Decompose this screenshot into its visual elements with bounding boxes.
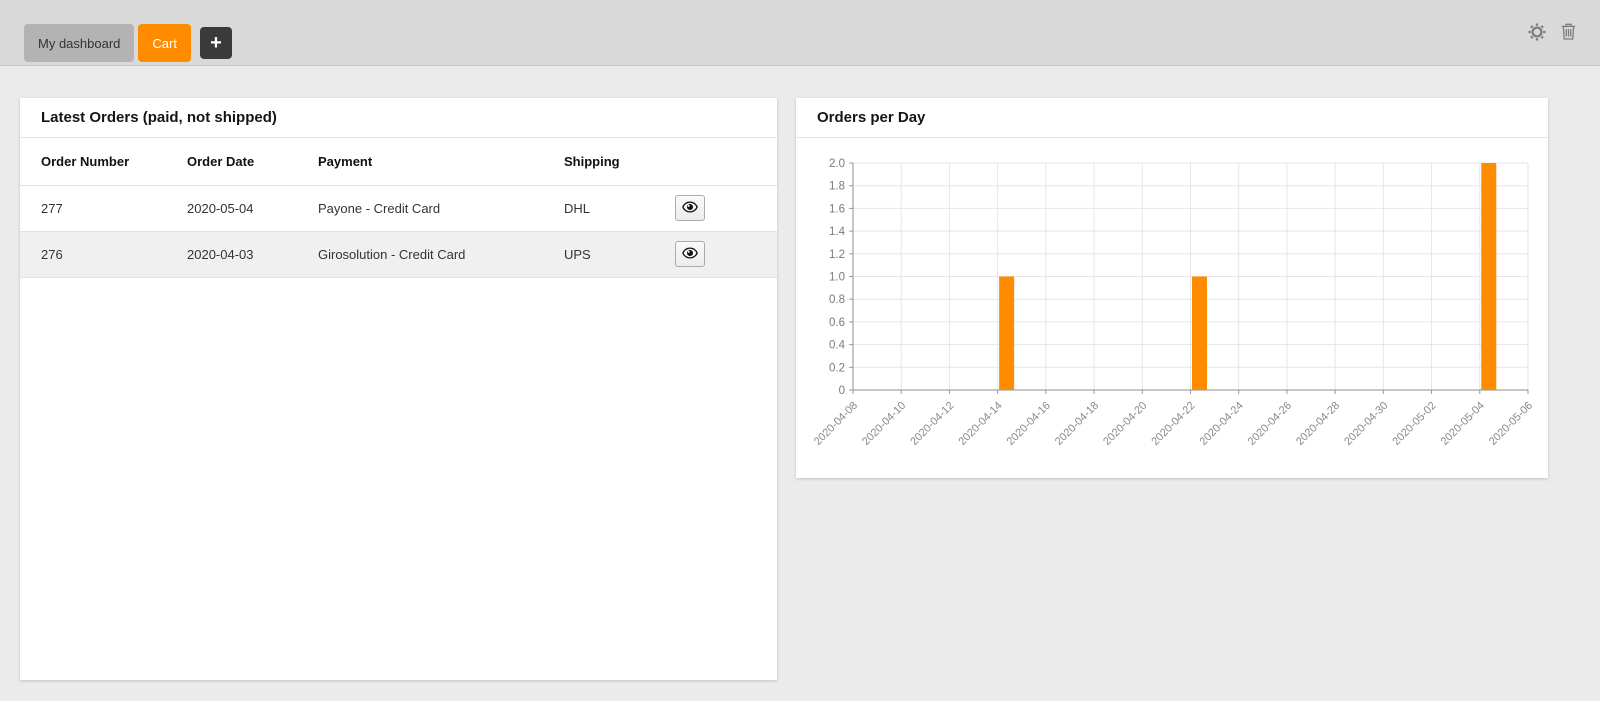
column-header-payment: Payment	[318, 138, 564, 185]
latest-orders-table: Order Number Order Date Payment Shipping…	[20, 138, 777, 278]
svg-text:2020-04-18: 2020-04-18	[1053, 400, 1101, 448]
table-row: 276 2020-04-03 Girosolution - Credit Car…	[20, 231, 777, 277]
svg-text:2020-04-26: 2020-04-26	[1246, 400, 1294, 448]
svg-text:2020-04-14: 2020-04-14	[956, 400, 1004, 448]
column-header-order-date: Order Date	[187, 138, 318, 185]
tab-my-dashboard-label: My dashboard	[38, 36, 120, 51]
svg-text:2.0: 2.0	[829, 158, 845, 170]
svg-text:1.6: 1.6	[829, 203, 845, 215]
svg-text:2020-04-08: 2020-04-08	[812, 400, 860, 448]
dashboard-tab-bar: My dashboard Cart +	[24, 24, 232, 62]
orders-per-day-chart: 0 0.2 0.4 0.6 0.8 1.0 1.2 1.4 1.6 1.8 2.0 2020-04-0…	[796, 139, 1548, 478]
column-header-actions	[675, 138, 777, 185]
chart-container: 0 0.2 0.4 0.6 0.8 1.0 1.2 1.4 1.6 1.8 2.0 2020-04-0…	[796, 139, 1548, 478]
latest-orders-title: Latest Orders (paid, not shipped)	[20, 98, 777, 138]
plus-icon: +	[210, 28, 222, 58]
column-header-order-number: Order Number	[20, 138, 187, 185]
settings-button[interactable]	[1528, 23, 1546, 44]
latest-orders-panel: Latest Orders (paid, not shipped) Order …	[20, 98, 777, 680]
table-header-row: Order Number Order Date Payment Shipping	[20, 138, 777, 185]
svg-text:1.2: 1.2	[829, 249, 845, 261]
svg-text:2020-04-22: 2020-04-22	[1149, 400, 1197, 448]
cell-order-date: 2020-05-04	[187, 185, 318, 231]
delete-dashboard-button[interactable]	[1561, 23, 1576, 43]
svg-text:0: 0	[839, 385, 845, 397]
svg-text:2020-04-30: 2020-04-30	[1342, 400, 1390, 448]
eye-icon	[682, 201, 698, 216]
svg-text:2020-04-20: 2020-04-20	[1101, 400, 1149, 448]
cell-payment: Girosolution - Credit Card	[318, 231, 564, 277]
tab-cart[interactable]: Cart	[138, 24, 191, 62]
svg-text:0.6: 0.6	[829, 317, 845, 329]
eye-icon	[682, 247, 698, 262]
svg-text:2020-05-04: 2020-05-04	[1439, 400, 1487, 448]
view-order-button[interactable]	[675, 241, 705, 267]
tab-cart-label: Cart	[152, 36, 177, 51]
cell-order-number: 276	[20, 231, 187, 277]
column-header-shipping: Shipping	[564, 138, 675, 185]
svg-text:1.4: 1.4	[829, 226, 846, 238]
svg-text:0.4: 0.4	[829, 340, 846, 352]
svg-text:2020-04-24: 2020-04-24	[1198, 400, 1246, 448]
cell-order-number: 277	[20, 185, 187, 231]
svg-text:2020-05-02: 2020-05-02	[1390, 400, 1438, 448]
tab-my-dashboard[interactable]: My dashboard	[24, 24, 134, 62]
orders-per-day-title: Orders per Day	[796, 98, 1548, 138]
svg-text:2020-04-12: 2020-04-12	[908, 400, 956, 448]
svg-text:2020-04-10: 2020-04-10	[860, 400, 908, 448]
view-order-button[interactable]	[675, 195, 705, 221]
svg-text:2020-05-06: 2020-05-06	[1487, 400, 1535, 448]
add-dashboard-button[interactable]: +	[200, 27, 232, 59]
cell-shipping: DHL	[564, 185, 675, 231]
svg-text:0.8: 0.8	[829, 294, 845, 306]
svg-text:0.2: 0.2	[829, 362, 845, 374]
svg-text:1.8: 1.8	[829, 181, 845, 193]
topbar-actions	[1528, 0, 1576, 66]
trash-icon	[1561, 23, 1576, 43]
orders-per-day-panel: Orders per Day 0 0.2 0.4 0.6 0.8 1.0 1.2 1.4 1.6…	[796, 98, 1548, 478]
svg-text:2020-04-16: 2020-04-16	[1005, 400, 1053, 448]
cell-shipping: UPS	[564, 231, 675, 277]
svg-text:2020-04-28: 2020-04-28	[1294, 400, 1342, 448]
cell-payment: Payone - Credit Card	[318, 185, 564, 231]
cell-order-date: 2020-04-03	[187, 231, 318, 277]
top-bar: My dashboard Cart +	[0, 0, 1600, 66]
table-row: 277 2020-05-04 Payone - Credit Card DHL	[20, 185, 777, 231]
gear-icon	[1528, 23, 1546, 44]
svg-text:1.0: 1.0	[829, 272, 845, 284]
